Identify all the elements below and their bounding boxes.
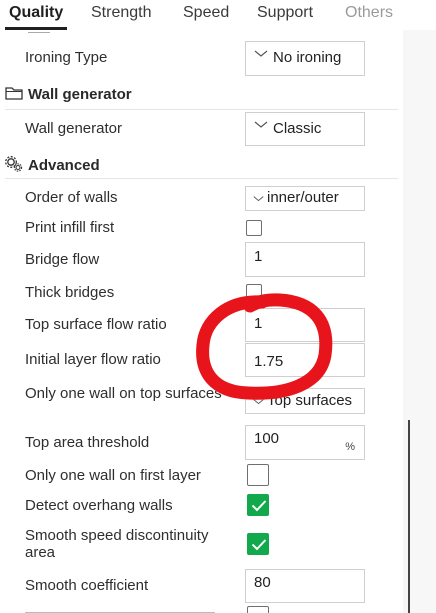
one-wall-top-select[interactable]: Top surfaces	[245, 388, 365, 414]
chevron-down-icon	[253, 196, 264, 202]
top-surface-flow-input[interactable]: 1	[245, 308, 365, 342]
gears-icon	[5, 156, 23, 176]
order-of-walls-value: inner/outer	[267, 189, 339, 206]
ironing-type-label: Ironing Type	[25, 49, 108, 66]
initial-layer-flow-label: Initial layer flow ratio	[25, 351, 161, 368]
print-infill-first-label: Print infill first	[25, 219, 115, 236]
wall-generator-section-header: Wall generator	[5, 86, 132, 104]
one-wall-top-label: Only one wall on top surfaces	[25, 385, 222, 402]
cutoff-row-checkbox[interactable]	[247, 606, 269, 613]
wall-generator-value: Classic	[273, 120, 322, 137]
scrollbar-thumb[interactable]	[408, 420, 410, 613]
section-divider	[5, 109, 398, 110]
smooth-speed-checkbox[interactable]	[247, 533, 269, 555]
smooth-coefficient-label: Smooth coefficient	[25, 577, 149, 594]
ironing-type-select[interactable]: No ironing	[245, 41, 365, 76]
chevron-down-icon	[254, 50, 268, 57]
section-divider	[5, 178, 398, 179]
detect-overhang-checkbox[interactable]	[247, 494, 269, 516]
tab-support[interactable]: Support	[257, 4, 313, 22]
smooth-speed-label: Smooth speed discontinuity area	[25, 527, 209, 561]
one-wall-first-label: Only one wall on first layer	[25, 467, 201, 484]
wall-generator-label: Wall generator	[25, 120, 122, 137]
smooth-coefficient-input[interactable]: 80	[245, 569, 365, 603]
initial-layer-flow-value: 1.75	[254, 353, 284, 370]
top-area-threshold-label: Top area threshold	[25, 434, 150, 451]
checkmark-icon	[251, 539, 267, 551]
initial-layer-flow-input[interactable]: 1.75	[245, 343, 365, 377]
bridge-flow-value: 1	[254, 248, 263, 265]
thick-bridges-label: Thick bridges	[25, 284, 115, 301]
order-of-walls-select[interactable]: inner/outer	[245, 186, 365, 211]
section-divider-partial	[28, 30, 50, 33]
detect-overhang-label: Detect overhang walls	[25, 497, 173, 514]
smooth-coefficient-value: 80	[254, 574, 271, 591]
tab-strength[interactable]: Strength	[91, 4, 151, 22]
tab-quality[interactable]: Quality	[9, 4, 63, 22]
folder-icon	[5, 86, 23, 104]
bridge-flow-label: Bridge flow	[25, 251, 100, 268]
tab-speed[interactable]: Speed	[183, 4, 229, 22]
wall-generator-select[interactable]: Classic	[245, 112, 365, 146]
advanced-section-title: Advanced	[28, 156, 100, 174]
ironing-type-value: No ironing	[273, 49, 342, 66]
chevron-down-icon	[253, 399, 264, 405]
cutoff-row-label	[25, 607, 215, 613]
thick-bridges-checkbox[interactable]	[246, 284, 262, 300]
wall-generator-section-title: Wall generator	[28, 86, 132, 103]
checkmark-icon	[251, 500, 267, 512]
order-of-walls-label: Order of walls	[25, 189, 118, 206]
settings-tab-bar: Quality Strength Speed Support Others	[0, 0, 436, 30]
one-wall-top-value: Top surfaces	[267, 392, 353, 409]
chevron-down-icon	[254, 121, 268, 128]
top-area-threshold-value: 100	[254, 430, 280, 447]
percent-unit: %	[345, 441, 355, 453]
top-surface-flow-label: Top surface flow ratio	[25, 316, 167, 333]
advanced-section-header: Advanced	[5, 156, 100, 176]
top-surface-flow-value: 1	[254, 315, 263, 332]
bridge-flow-input[interactable]: 1	[245, 242, 365, 277]
tab-others[interactable]: Others	[345, 4, 393, 22]
top-area-threshold-input[interactable]: 100 %	[245, 425, 365, 460]
print-infill-first-checkbox[interactable]	[246, 220, 262, 236]
one-wall-first-checkbox[interactable]	[247, 464, 269, 486]
settings-panel: Ironing Type No ironing Wall generator W…	[0, 30, 403, 613]
